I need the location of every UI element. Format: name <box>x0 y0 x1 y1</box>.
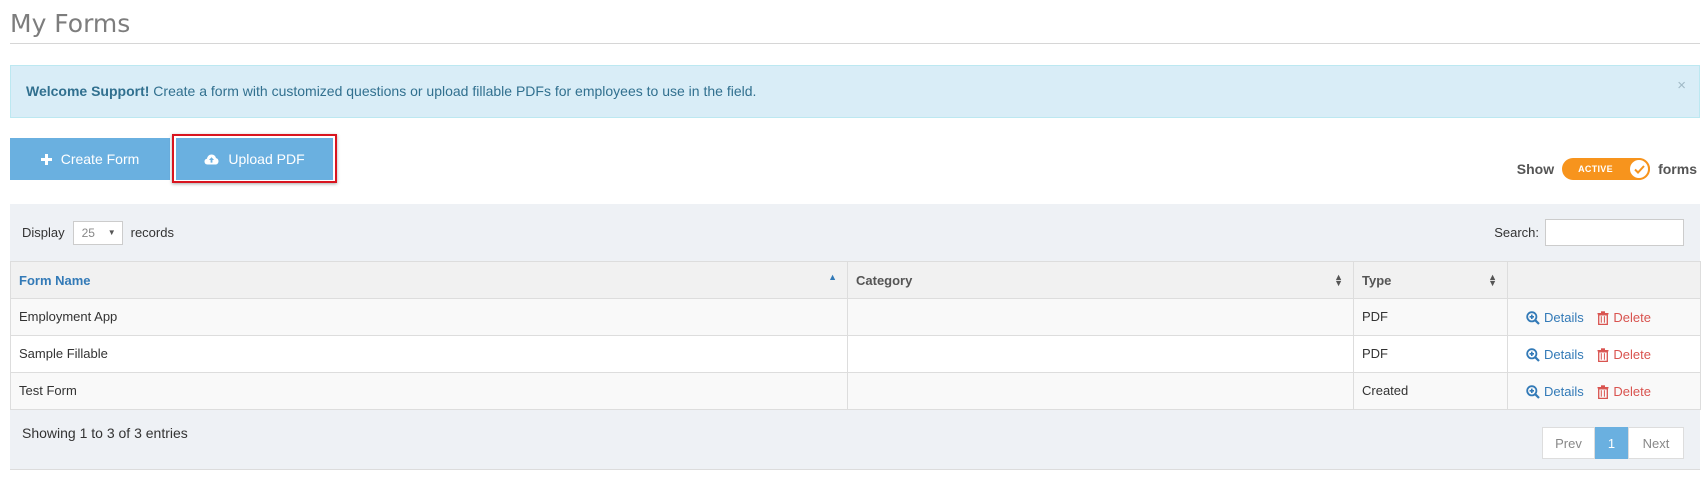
cell-actions: Details Delete <box>1507 372 1701 410</box>
cell-category <box>847 298 1354 336</box>
page-title: My Forms <box>10 0 1700 44</box>
active-toggle[interactable]: ACTIVE <box>1562 158 1651 180</box>
column-header-form-name[interactable]: Form Name ▲ <box>10 261 848 299</box>
page: My Forms Welcome Support! Create a form … <box>0 0 1703 477</box>
column-header-type[interactable]: Type ▲ ▼ <box>1353 261 1508 299</box>
trash-icon <box>1597 384 1609 399</box>
upload-pdf-label: Upload PDF <box>228 151 305 167</box>
table-footer: Showing 1 to 3 of 3 entries Prev 1 Next <box>10 410 1700 466</box>
zoom-in-icon <box>1526 310 1540 325</box>
page-size-select[interactable]: 25 ▼ <box>72 220 123 245</box>
table-row: Test Form Created Details Delete <box>10 372 1701 410</box>
cell-type: PDF <box>1353 298 1508 336</box>
welcome-alert: Welcome Support! Create a form with cust… <box>10 65 1700 118</box>
cloud-upload-icon <box>204 154 219 165</box>
prev-page-button[interactable]: Prev <box>1542 427 1595 459</box>
details-label: Details <box>1544 310 1584 325</box>
zoom-in-icon <box>1526 384 1540 399</box>
cell-category <box>847 335 1354 373</box>
forms-label: forms <box>1658 161 1697 177</box>
details-link[interactable]: Details <box>1526 347 1584 362</box>
show-active-toggle-group: Show ACTIVE forms <box>1517 158 1697 180</box>
page-1-button[interactable]: 1 <box>1595 427 1628 459</box>
delete-link[interactable]: Delete <box>1597 384 1651 399</box>
cell-form-name: Sample Fillable <box>10 335 848 373</box>
zoom-in-icon <box>1526 347 1540 362</box>
table-controls: Display 25 ▼ records Search: <box>10 204 1700 261</box>
records-label: records <box>130 225 174 240</box>
delete-link[interactable]: Delete <box>1597 347 1651 362</box>
upload-pdf-button[interactable]: Upload PDF <box>176 138 333 180</box>
alert-strong-text: Welcome Support! <box>26 83 150 99</box>
table-header-row: Form Name ▲ Category ▲ ▼ Type ▲ ▼ <box>10 261 1701 299</box>
show-label: Show <box>1516 161 1555 177</box>
details-link[interactable]: Details <box>1526 310 1584 325</box>
cell-type: PDF <box>1353 335 1508 373</box>
delete-link[interactable]: Delete <box>1597 310 1651 325</box>
cell-type: Created <box>1353 372 1508 410</box>
column-header-category[interactable]: Category ▲ ▼ <box>847 261 1354 299</box>
pagination: Prev 1 Next <box>1542 427 1684 459</box>
page-size-value: 25 <box>81 225 95 240</box>
delete-label: Delete <box>1613 384 1651 399</box>
trash-icon <box>1597 347 1609 362</box>
delete-label: Delete <box>1613 347 1651 362</box>
create-form-label: Create Form <box>60 151 140 167</box>
column-header-actions <box>1507 261 1701 299</box>
check-icon <box>1628 158 1651 180</box>
column-header-label: Category <box>856 272 913 288</box>
cell-form-name: Employment App <box>10 298 848 336</box>
display-label: Display <box>22 225 65 240</box>
cell-category <box>847 372 1354 410</box>
close-icon[interactable]: × <box>1677 66 1686 106</box>
sort-icon: ▲ ▼ <box>1334 272 1343 288</box>
forms-table-panel: Display 25 ▼ records Search: Form Name ▲… <box>10 204 1701 470</box>
search-control: Search: <box>1494 219 1684 246</box>
column-header-label: Form Name <box>19 272 91 288</box>
search-label: Search: <box>1494 225 1539 240</box>
delete-label: Delete <box>1613 310 1651 325</box>
forms-table: Form Name ▲ Category ▲ ▼ Type ▲ ▼ Employ… <box>10 261 1701 410</box>
search-input[interactable] <box>1545 219 1684 246</box>
cell-actions: Details Delete <box>1507 335 1701 373</box>
cell-form-name: Test Form <box>10 372 848 410</box>
table-row: Sample Fillable PDF Details Delete <box>10 335 1701 373</box>
details-link[interactable]: Details <box>1526 384 1584 399</box>
plus-icon <box>40 153 52 165</box>
details-label: Details <box>1544 347 1584 362</box>
trash-icon <box>1597 310 1609 325</box>
details-label: Details <box>1544 384 1584 399</box>
table-row: Employment App PDF Details Delete <box>10 298 1701 336</box>
caret-down-icon: ▼ <box>107 228 116 237</box>
display-records-control: Display 25 ▼ records <box>22 220 174 245</box>
create-form-button[interactable]: Create Form <box>10 138 170 180</box>
sort-asc-icon: ▲ <box>828 272 837 282</box>
toggle-label: ACTIVE <box>1578 164 1613 174</box>
next-page-button[interactable]: Next <box>1628 427 1684 459</box>
column-header-label: Type <box>1362 272 1392 288</box>
sort-icon: ▲ ▼ <box>1488 272 1497 288</box>
cell-actions: Details Delete <box>1507 298 1701 336</box>
alert-message: Create a form with customized questions … <box>149 83 757 99</box>
entries-info: Showing 1 to 3 of 3 entries <box>22 425 188 441</box>
